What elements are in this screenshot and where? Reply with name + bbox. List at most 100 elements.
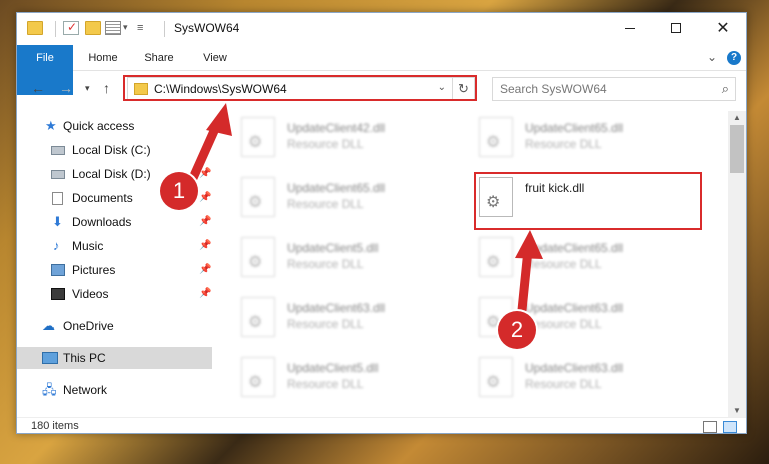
minimize-icon — [625, 27, 635, 29]
nav-item-label: Documents — [72, 191, 133, 205]
pin-icon[interactable]: 📌 — [199, 259, 211, 281]
file-name: UpdateClient5.dll — [287, 361, 379, 375]
file-type: Resource DLL — [525, 137, 602, 151]
nav-item-this-pc[interactable]: This PC — [17, 347, 212, 369]
recent-locations-chevron-icon[interactable]: ▾ — [85, 83, 90, 94]
nav-item-label: Network — [63, 383, 108, 397]
chevron-down-icon[interactable]: ▾ — [123, 22, 128, 33]
file-list: UpdateClient42.dll Resource DLL UpdateCl… — [213, 111, 726, 401]
nav-item-label: Pictures — [72, 263, 116, 277]
file-item[interactable]: UpdateClient65.dll Resource DLL — [479, 235, 709, 285]
ribbon: File Home Share View ⌄ ? — [17, 45, 746, 95]
file-item[interactable]: UpdateClient63.dll Resource DLL — [241, 295, 471, 345]
nav-item-quick-access[interactable]: ★ Quick access — [17, 115, 212, 137]
help-icon[interactable]: ? — [727, 51, 741, 65]
nav-item-label: Local Disk (C:) — [72, 143, 151, 157]
close-icon: ✕ — [716, 20, 730, 37]
computer-icon — [42, 352, 58, 364]
dll-file-icon — [479, 237, 513, 277]
dll-file-icon — [241, 297, 275, 337]
file-name: UpdateClient5.dll — [287, 241, 379, 255]
file-name: UpdateClient42.dll — [287, 121, 386, 135]
separator — [55, 21, 59, 37]
nav-item-local-disk-c[interactable]: Local Disk (C:) — [17, 139, 212, 161]
file-highlight — [474, 172, 702, 230]
search-input[interactable]: Search SysWOW64 — [500, 82, 607, 96]
file-name: UpdateClient65.dll — [287, 181, 386, 195]
documents-icon — [52, 192, 63, 205]
pictures-icon — [51, 264, 65, 276]
file-type: Resource DLL — [287, 257, 364, 271]
file-type: Resource DLL — [287, 317, 364, 331]
address-bar-highlight — [123, 75, 477, 101]
nav-item-label: Videos — [72, 287, 109, 301]
nav-item-label: Downloads — [72, 215, 132, 229]
step-1-badge: 1 — [160, 172, 198, 210]
file-type: Resource DLL — [287, 197, 364, 211]
pin-icon[interactable]: 📌 — [199, 283, 211, 305]
scroll-down-icon[interactable]: ▼ — [728, 406, 746, 415]
file-item[interactable]: UpdateClient65.dll Resource DLL — [241, 175, 471, 225]
view-list-icon[interactable] — [105, 21, 121, 35]
nav-item-label: Quick access — [63, 119, 135, 133]
pin-icon[interactable]: 📌 — [199, 211, 211, 233]
dll-file-icon — [241, 237, 275, 277]
folder-icon[interactable] — [27, 21, 43, 35]
nav-item-pictures[interactable]: Pictures 📌 — [17, 259, 212, 281]
properties-check-icon[interactable] — [63, 20, 79, 35]
separator — [164, 21, 165, 37]
file-item[interactable]: UpdateClient5.dll Resource DLL — [241, 355, 471, 401]
scroll-up-icon[interactable]: ▲ — [728, 113, 746, 122]
nav-item-onedrive[interactable]: ☁ OneDrive — [17, 315, 212, 337]
up-arrow-icon[interactable]: ↑ — [103, 80, 110, 96]
navigation-pane: ★ Quick access Local Disk (C:) Local Dis… — [17, 111, 212, 401]
tab-home[interactable]: Home — [77, 45, 129, 71]
file-name: UpdateClient63.dll — [525, 301, 624, 315]
pin-icon[interactable]: 📌 — [199, 235, 211, 257]
file-item[interactable]: UpdateClient5.dll Resource DLL — [241, 235, 471, 285]
nav-item-music[interactable]: ♪ Music 📌 — [17, 235, 212, 257]
dll-file-icon — [241, 357, 275, 397]
large-icons-view-icon[interactable] — [723, 421, 737, 433]
step-2-badge: 2 — [498, 311, 536, 349]
expand-ribbon-icon[interactable]: ⌄ — [707, 50, 717, 64]
file-name: UpdateClient63.dll — [287, 301, 386, 315]
file-type: Resource DLL — [525, 257, 602, 271]
tab-share[interactable]: Share — [133, 45, 185, 71]
pin-icon[interactable]: 📌 — [199, 187, 211, 209]
search-icon: ⌕ — [721, 81, 729, 96]
dll-file-icon — [479, 357, 513, 397]
maximize-button[interactable] — [653, 13, 699, 43]
new-folder-icon[interactable] — [85, 21, 101, 35]
forward-arrow-icon[interactable]: → — [59, 80, 73, 96]
close-button[interactable]: ✕ — [700, 13, 746, 43]
file-name: UpdateClient65.dll — [525, 241, 624, 255]
details-view-icon[interactable] — [703, 421, 717, 433]
scrollbar-thumb[interactable] — [730, 125, 744, 173]
nav-item-label: Music — [72, 239, 104, 253]
star-icon: ★ — [45, 118, 57, 133]
nav-item-videos[interactable]: Videos 📌 — [17, 283, 212, 305]
file-name: UpdateClient65.dll — [525, 121, 624, 135]
minimize-button[interactable] — [607, 13, 653, 43]
dll-file-icon — [479, 117, 513, 157]
network-icon: 🖧 — [42, 382, 57, 397]
pin-icon[interactable]: 📌 — [199, 163, 211, 185]
search-box[interactable]: Search SysWOW64 ⌕ — [492, 77, 736, 101]
nav-item-label: Local Disk (D:) — [72, 167, 151, 181]
file-item[interactable]: UpdateClient42.dll Resource DLL — [241, 115, 471, 165]
file-type: Resource DLL — [287, 377, 364, 391]
file-name: UpdateClient63.dll — [525, 361, 624, 375]
nav-item-label: This PC — [63, 351, 106, 365]
nav-item-downloads[interactable]: ⬇ Downloads 📌 — [17, 211, 212, 233]
file-item[interactable]: UpdateClient63.dll Resource DLL — [479, 355, 709, 401]
status-bar: 180 items — [17, 417, 746, 435]
back-arrow-icon[interactable]: ← — [31, 80, 45, 96]
dll-file-icon — [241, 177, 275, 217]
nav-item-network[interactable]: 🖧 Network — [17, 379, 212, 401]
tab-view[interactable]: View — [189, 45, 241, 71]
file-item[interactable]: UpdateClient65.dll Resource DLL — [479, 115, 709, 165]
customize-toolbar-icon[interactable]: ≡ — [137, 22, 143, 34]
item-count: 180 items — [31, 420, 79, 432]
vertical-scrollbar[interactable]: ▲ ▼ — [728, 111, 746, 417]
